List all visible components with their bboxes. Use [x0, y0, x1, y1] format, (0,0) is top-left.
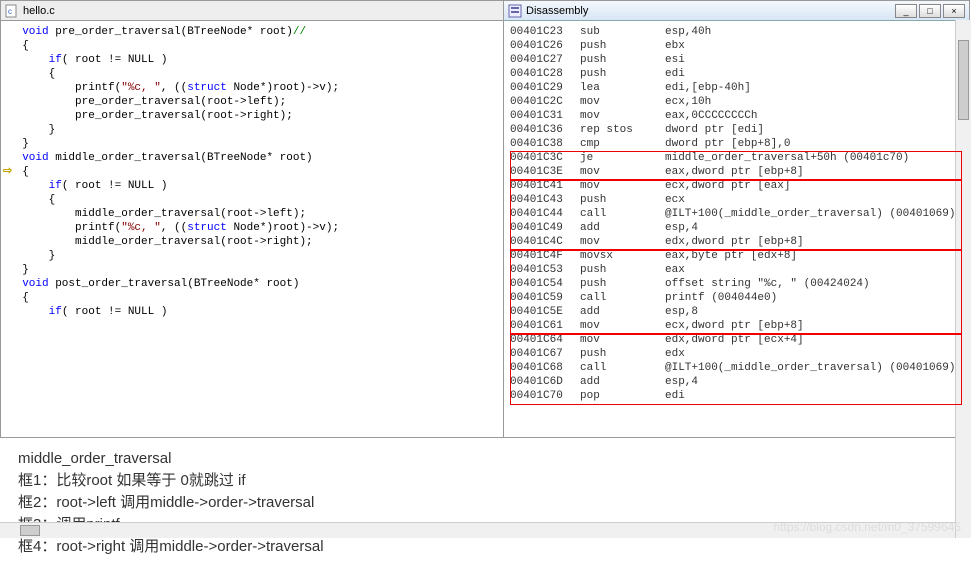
asm-address: 00401C23: [510, 25, 580, 39]
asm-address: 00401C28: [510, 67, 580, 81]
asm-opcode: mov: [580, 95, 665, 109]
asm-opcode: push: [580, 53, 665, 67]
code-line: pre_order_traversal(root->left);: [9, 95, 495, 109]
highlight-box-1: [510, 151, 962, 181]
code-line: }: [9, 263, 495, 277]
asm-operands: ecx,10h: [665, 95, 711, 109]
note-line-4: 框4：root->right 调用middle->order->traversa…: [18, 536, 953, 558]
code-line: void pre_order_traversal(BTreeNode* root…: [9, 25, 495, 39]
source-code-area[interactable]: void pre_order_traversal(BTreeNode* root…: [1, 21, 503, 437]
code-line: if( root != NULL ): [9, 305, 495, 319]
note-line-2: 框2：root->left 调用middle->order->traversal: [18, 492, 953, 514]
close-button[interactable]: ×: [943, 4, 965, 18]
asm-address: 00401C26: [510, 39, 580, 53]
code-line: printf("%c, ", ((struct Node*)root)->v);: [9, 221, 495, 235]
asm-opcode: sub: [580, 25, 665, 39]
asm-address: 00401C2C: [510, 95, 580, 109]
asm-address: 00401C31: [510, 109, 580, 123]
asm-operands: eax,0CCCCCCCCh: [665, 109, 757, 123]
asm-opcode: push: [580, 67, 665, 81]
maximize-button[interactable]: □: [919, 4, 941, 18]
asm-line: 00401C29leaedi,[ebp-40h]: [510, 81, 963, 95]
asm-line: 00401C36rep stosdword ptr [edi]: [510, 123, 963, 137]
disassembly-pane: Disassembly _ □ × 00401C23subesp,40h0040…: [503, 0, 970, 438]
asm-line: 00401C27pushesi: [510, 53, 963, 67]
file-c-icon: c: [5, 4, 19, 18]
code-line: if( root != NULL ): [9, 179, 495, 193]
source-tab-label[interactable]: hello.c: [23, 5, 55, 17]
asm-line: 00401C2Cmovecx,10h: [510, 95, 963, 109]
annotation-notes: middle_order_traversal 框1：比较root 如果等于 0就…: [0, 438, 971, 568]
current-line-arrow-icon: ⇨: [3, 165, 12, 179]
code-line: {: [9, 291, 495, 305]
code-line: pre_order_traversal(root->right);: [9, 109, 495, 123]
asm-operands: dword ptr [edi]: [665, 123, 764, 137]
source-editor-pane: c hello.c void pre_order_traversal(BTree…: [0, 0, 504, 438]
asm-address: 00401C29: [510, 81, 580, 95]
highlight-box-2: [510, 179, 962, 251]
code-line: printf("%c, ", ((struct Node*)root)->v);: [9, 81, 495, 95]
watermark: https://blog.csdn.net/m0_37599645: [774, 520, 961, 534]
asm-opcode: rep stos: [580, 123, 665, 137]
asm-line: 00401C38cmpdword ptr [ebp+8],0: [510, 137, 963, 151]
code-line: }: [9, 123, 495, 137]
code-line: void post_order_traversal(BTreeNode* roo…: [9, 277, 495, 291]
asm-operands: esi: [665, 53, 685, 67]
asm-address: 00401C27: [510, 53, 580, 67]
code-line: }: [9, 249, 495, 263]
asm-address: 00401C36: [510, 123, 580, 137]
asm-line: 00401C26pushebx: [510, 39, 963, 53]
note-title: middle_order_traversal: [18, 448, 953, 470]
svg-text:c: c: [8, 7, 12, 16]
asm-operands: ebx: [665, 39, 685, 53]
asm-operands: edi,[ebp-40h]: [665, 81, 751, 95]
asm-opcode: lea: [580, 81, 665, 95]
code-line: middle_order_traversal(root->right);: [9, 235, 495, 249]
asm-operands: edi: [665, 67, 685, 81]
asm-line: 00401C31moveax,0CCCCCCCCh: [510, 109, 963, 123]
disassembly-title-bar: Disassembly _ □ ×: [504, 1, 969, 21]
code-line: {: [9, 67, 495, 81]
asm-line: 00401C28pushedi: [510, 67, 963, 81]
asm-operands: esp,40h: [665, 25, 711, 39]
code-line: {: [9, 39, 495, 53]
highlight-box-3: [510, 249, 962, 335]
asm-opcode: push: [580, 39, 665, 53]
code-line: {: [9, 193, 495, 207]
highlight-box-4: [510, 333, 962, 405]
code-line: ⇨ {: [9, 165, 495, 179]
minimize-button[interactable]: _: [895, 4, 917, 18]
code-line: void middle_order_traversal(BTreeNode* r…: [9, 151, 495, 165]
disassembly-title: Disassembly: [526, 5, 588, 17]
window-controls: _ □ ×: [895, 4, 965, 18]
code-line: if( root != NULL ): [9, 53, 495, 67]
disassembly-area[interactable]: 00401C23subesp,40h00401C26pushebx00401C2…: [504, 21, 969, 437]
code-line: middle_order_traversal(root->left);: [9, 207, 495, 221]
asm-address: 00401C38: [510, 137, 580, 151]
asm-opcode: cmp: [580, 137, 665, 151]
disassembly-icon: [508, 4, 522, 18]
asm-operands: dword ptr [ebp+8],0: [665, 137, 790, 151]
asm-line: 00401C23subesp,40h: [510, 25, 963, 39]
source-tab-bar: c hello.c: [1, 1, 503, 21]
note-line-1: 框1：比较root 如果等于 0就跳过 if: [18, 470, 953, 492]
asm-opcode: mov: [580, 109, 665, 123]
code-line: }: [9, 137, 495, 151]
